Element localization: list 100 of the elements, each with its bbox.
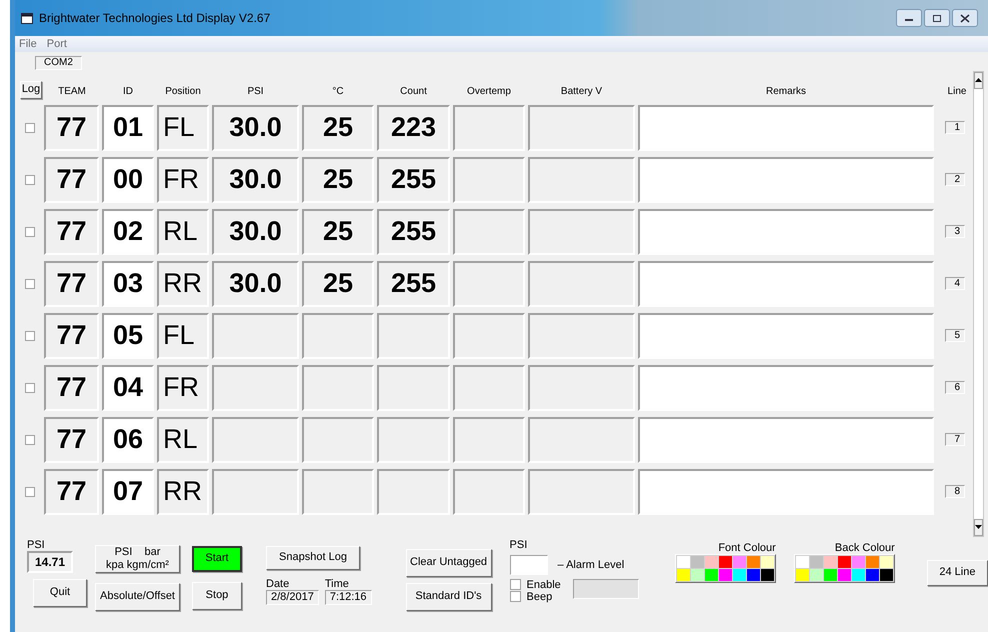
table-cell: 30.0 <box>212 104 299 150</box>
table-cell: 25 <box>302 156 374 202</box>
id-field[interactable]: 04 <box>102 364 154 410</box>
colour-swatch[interactable] <box>732 568 746 580</box>
remarks-field[interactable] <box>638 208 934 254</box>
line-number: 8 <box>945 485 965 498</box>
colour-swatch[interactable] <box>690 568 704 580</box>
colour-swatch[interactable] <box>852 568 865 580</box>
checkbox[interactable] <box>510 591 521 602</box>
id-field[interactable]: 07 <box>102 468 154 514</box>
table-cell: 255 <box>377 156 450 202</box>
scroll-up-icon[interactable] <box>975 78 982 82</box>
colour-swatch[interactable] <box>690 556 704 568</box>
colour-swatch[interactable] <box>838 556 851 568</box>
menu-item[interactable]: File <box>19 36 37 52</box>
colour-swatch[interactable] <box>810 556 823 568</box>
standard-ids-button[interactable]: Standard ID's <box>406 582 492 610</box>
column-header: ID <box>122 84 134 98</box>
remarks-field[interactable] <box>638 364 934 410</box>
column-header: PSI <box>246 84 265 98</box>
table-cell: FL <box>157 312 209 358</box>
row-checkbox[interactable] <box>25 278 35 288</box>
row-checkbox[interactable] <box>25 486 35 496</box>
id-field[interactable]: 02 <box>102 208 154 254</box>
table-cell <box>453 260 525 306</box>
id-field[interactable]: 03 <box>102 260 154 306</box>
table-cell: 30.0 <box>212 156 299 202</box>
colour-swatch[interactable] <box>718 568 732 580</box>
table-cell <box>453 104 525 150</box>
colour-swatch[interactable] <box>880 556 893 568</box>
24-line-button[interactable]: 24 Line <box>926 560 988 586</box>
row-checkbox[interactable] <box>25 174 35 184</box>
table-cell: 255 <box>377 260 450 306</box>
colour-swatch[interactable] <box>676 556 690 568</box>
row-checkbox[interactable] <box>25 382 35 392</box>
colour-swatch[interactable] <box>746 568 760 580</box>
colour-swatch[interactable] <box>810 568 823 580</box>
quit-button[interactable]: Quit <box>33 578 87 606</box>
units-button[interactable]: PSI bar kpa kgm/cm² <box>95 544 180 572</box>
id-field[interactable]: 05 <box>102 312 154 358</box>
table-cell: FR <box>157 364 209 410</box>
maximize-icon[interactable] <box>932 14 942 22</box>
status-field <box>572 578 639 598</box>
colour-swatch[interactable] <box>760 556 774 568</box>
minimize-button[interactable] <box>896 9 922 27</box>
colour-swatch[interactable] <box>704 556 718 568</box>
close-icon[interactable] <box>960 14 970 22</box>
colour-swatch[interactable] <box>732 556 746 568</box>
table-cell <box>453 312 525 358</box>
colour-swatch[interactable] <box>746 556 760 568</box>
clear-untagged-button[interactable]: Clear Untagged <box>406 548 492 576</box>
log-button[interactable]: Log <box>20 80 42 98</box>
remarks-field[interactable] <box>638 468 934 514</box>
table-cell <box>453 364 525 410</box>
id-field[interactable]: 00 <box>102 156 154 202</box>
port-label: COM2 <box>35 56 82 70</box>
stop-button[interactable]: Stop <box>192 582 242 610</box>
remarks-field[interactable] <box>638 104 934 150</box>
remarks-field[interactable] <box>638 416 934 462</box>
snapshot-log-button[interactable]: Snapshot Log <box>266 546 360 570</box>
row-checkbox[interactable] <box>25 122 35 132</box>
colour-swatch[interactable] <box>676 568 690 580</box>
colour-swatch[interactable] <box>824 556 837 568</box>
remarks-field[interactable] <box>638 260 934 306</box>
row-checkbox[interactable] <box>25 330 35 340</box>
table-cell <box>453 156 525 202</box>
checkbox-label: Beep <box>526 590 552 602</box>
colour-swatch[interactable] <box>852 556 865 568</box>
colour-swatch[interactable] <box>880 568 893 580</box>
colour-swatch[interactable] <box>824 568 837 580</box>
table-cell <box>302 416 374 462</box>
colour-swatch[interactable] <box>838 568 851 580</box>
row-checkbox[interactable] <box>25 226 35 236</box>
column-header: Remarks <box>764 84 807 98</box>
id-field[interactable]: 01 <box>102 104 154 150</box>
colour-swatch[interactable] <box>866 556 879 568</box>
start-button[interactable]: Start <box>192 546 242 572</box>
alarm-level-field[interactable] <box>510 554 548 574</box>
scroll-down-icon[interactable] <box>975 525 982 529</box>
remarks-field[interactable] <box>638 156 934 202</box>
line-number: 4 <box>945 277 965 290</box>
close-button[interactable] <box>952 9 978 27</box>
scrollbar[interactable] <box>973 70 984 536</box>
checkbox[interactable] <box>510 579 521 590</box>
id-field[interactable]: 06 <box>102 416 154 462</box>
absolute-offset-button[interactable]: Absolute/Offset <box>95 582 180 610</box>
maximize-button[interactable] <box>924 9 950 27</box>
column-header: Count <box>399 84 428 98</box>
colour-swatch[interactable] <box>760 568 774 580</box>
remarks-field[interactable] <box>638 312 934 358</box>
menu-item[interactable]: Port <box>46 36 67 52</box>
row-checkbox[interactable] <box>25 434 35 444</box>
table-cell <box>453 416 525 462</box>
colour-swatch[interactable] <box>796 556 809 568</box>
colour-swatch[interactable] <box>704 568 718 580</box>
table-cell: 77 <box>44 156 99 202</box>
colour-swatch[interactable] <box>718 556 732 568</box>
colour-swatch[interactable] <box>796 568 809 580</box>
line-number: 2 <box>945 173 965 186</box>
colour-swatch[interactable] <box>866 568 879 580</box>
